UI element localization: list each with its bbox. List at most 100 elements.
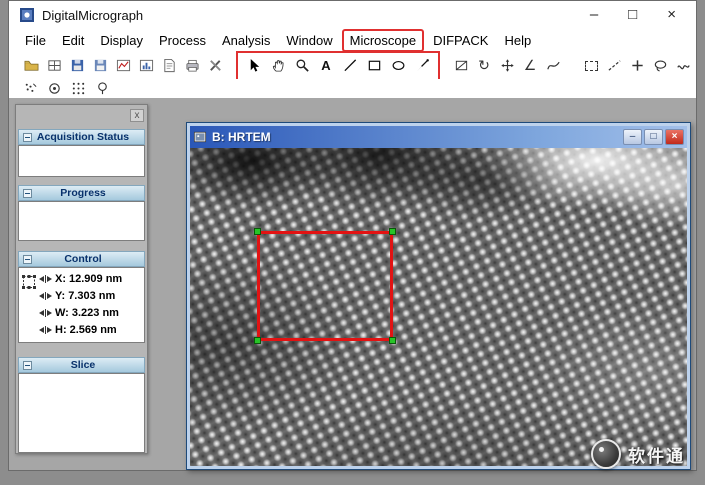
selection-handle-bottom-right[interactable] bbox=[389, 337, 396, 344]
hand-tool-icon[interactable] bbox=[268, 56, 288, 76]
floating-palette: x Acquisition Status Progress Control X:… bbox=[15, 104, 148, 454]
menu-analysis[interactable]: Analysis bbox=[214, 31, 278, 50]
freehand-icon[interactable] bbox=[673, 56, 693, 76]
h-stepper[interactable] bbox=[39, 325, 52, 334]
pointer-tool-icon[interactable] bbox=[244, 56, 264, 76]
palette-close-button[interactable]: x bbox=[130, 109, 144, 122]
section-title: Control bbox=[64, 253, 102, 265]
w-stepper[interactable] bbox=[39, 308, 52, 317]
control-row-h: H: 2.569 nm bbox=[38, 321, 143, 338]
x-stepper[interactable] bbox=[39, 274, 52, 283]
marquee-icon[interactable] bbox=[581, 56, 601, 76]
page-info-icon[interactable] bbox=[159, 56, 179, 76]
zoom-tool-icon[interactable] bbox=[292, 56, 312, 76]
menu-bar: File Edit Display Process Analysis Windo… bbox=[9, 29, 696, 52]
section-slice[interactable]: Slice bbox=[18, 357, 145, 373]
print-icon[interactable] bbox=[182, 56, 202, 76]
roi-selection-rect[interactable] bbox=[254, 228, 396, 344]
image-window: B: HRTEM – □ × bbox=[186, 122, 691, 470]
menu-help[interactable]: Help bbox=[496, 31, 539, 50]
collapse-button[interactable] bbox=[23, 132, 32, 142]
secondary-toolbar bbox=[9, 79, 696, 98]
acquisition-status-content bbox=[18, 145, 145, 177]
control-row-y: Y: 7.303 nm bbox=[38, 287, 143, 304]
selection-handle-top-right[interactable] bbox=[389, 228, 396, 235]
menu-file[interactable]: File bbox=[17, 31, 54, 50]
control-row-x: X: 12.909 nm bbox=[38, 270, 143, 287]
h-label: H: bbox=[55, 323, 67, 336]
spray-icon[interactable] bbox=[21, 80, 39, 98]
close-button[interactable]: × bbox=[667, 6, 676, 24]
image-close-button[interactable]: × bbox=[665, 129, 684, 145]
section-acquisition-status[interactable]: Acquisition Status bbox=[18, 129, 145, 145]
selection-handle-top-left[interactable] bbox=[254, 228, 261, 235]
watermark-text: 软件通 bbox=[628, 446, 685, 466]
menu-microscope[interactable]: Microscope bbox=[341, 29, 425, 52]
balloon-icon[interactable] bbox=[93, 80, 111, 98]
y-value: 7.303 nm bbox=[68, 289, 116, 302]
maximize-button[interactable]: □ bbox=[628, 6, 637, 24]
collapse-button[interactable] bbox=[23, 188, 32, 198]
dashed-line-icon[interactable] bbox=[604, 56, 624, 76]
rect-tool-icon[interactable] bbox=[364, 56, 384, 76]
menu-display[interactable]: Display bbox=[92, 31, 151, 50]
control-content: X: 12.909 nm Y: 7.303 nm W: 3.223 nm H: … bbox=[18, 267, 145, 343]
tool-group-annotation: A bbox=[236, 50, 440, 81]
collapse-button[interactable] bbox=[23, 360, 32, 370]
main-toolbar: A ↻ ∠ bbox=[9, 50, 696, 81]
workspace: x Acquisition Status Progress Control X:… bbox=[9, 98, 696, 470]
text-tool-icon[interactable]: A bbox=[316, 56, 336, 76]
y-stepper[interactable] bbox=[39, 291, 52, 300]
roi-rect-icon[interactable] bbox=[451, 56, 471, 76]
menu-edit[interactable]: Edit bbox=[54, 31, 92, 50]
dot-grid-icon[interactable] bbox=[69, 80, 87, 98]
image-window-title: B: HRTEM bbox=[212, 130, 271, 144]
tools-icon[interactable] bbox=[205, 56, 225, 76]
ring-dot-icon[interactable] bbox=[45, 80, 63, 98]
curve-icon[interactable] bbox=[543, 56, 563, 76]
control-rows: X: 12.909 nm Y: 7.303 nm W: 3.223 nm H: … bbox=[38, 270, 143, 340]
move-target-icon[interactable] bbox=[497, 56, 517, 76]
x-label: X: bbox=[55, 272, 66, 285]
watermark-logo-icon bbox=[591, 439, 621, 469]
hrtem-image-canvas[interactable] bbox=[190, 148, 687, 466]
image-window-titlebar[interactable]: B: HRTEM – □ × bbox=[190, 126, 687, 148]
w-value: 3.223 nm bbox=[71, 306, 119, 319]
crosshair-icon[interactable] bbox=[627, 56, 647, 76]
progress-content bbox=[18, 201, 145, 241]
image-window-controls: – □ × bbox=[623, 129, 684, 145]
grid-icon[interactable] bbox=[44, 56, 64, 76]
menu-process[interactable]: Process bbox=[151, 31, 214, 50]
selection-handle-bottom-left[interactable] bbox=[254, 337, 261, 344]
control-row-w: W: 3.223 nm bbox=[38, 304, 143, 321]
desktop: DigitalMicrograph – □ × File Edit Displa… bbox=[0, 0, 705, 485]
open-icon[interactable] bbox=[21, 56, 41, 76]
app-title: DigitalMicrograph bbox=[42, 7, 144, 23]
image-file-icon bbox=[193, 130, 207, 144]
watermark: 软件通 bbox=[591, 439, 685, 469]
lasso-icon[interactable] bbox=[650, 56, 670, 76]
histogram-icon[interactable] bbox=[136, 56, 156, 76]
save-icon[interactable] bbox=[67, 56, 87, 76]
section-title: Slice bbox=[70, 359, 96, 371]
section-control[interactable]: Control bbox=[18, 251, 145, 267]
collapse-button[interactable] bbox=[23, 254, 32, 264]
title-bar: DigitalMicrograph – □ × bbox=[9, 1, 696, 29]
section-progress[interactable]: Progress bbox=[18, 185, 145, 201]
menu-window[interactable]: Window bbox=[278, 31, 340, 50]
pick-tool-icon[interactable] bbox=[412, 56, 432, 76]
section-title: Progress bbox=[60, 187, 106, 199]
app-icon bbox=[19, 7, 35, 23]
menu-difpack[interactable]: DIFPACK bbox=[425, 31, 496, 50]
image-minimize-button[interactable]: – bbox=[623, 129, 642, 145]
minimize-button[interactable]: – bbox=[590, 6, 598, 24]
image-maximize-button[interactable]: □ bbox=[644, 129, 663, 145]
angle-icon[interactable]: ∠ bbox=[520, 56, 540, 76]
y-label: Y: bbox=[55, 289, 66, 302]
palette-header: x bbox=[16, 105, 147, 129]
rotate-icon[interactable]: ↻ bbox=[474, 56, 494, 76]
line-tool-icon[interactable] bbox=[340, 56, 360, 76]
oval-tool-icon[interactable] bbox=[388, 56, 408, 76]
line-plot-icon[interactable] bbox=[113, 56, 133, 76]
save-as-icon[interactable] bbox=[90, 56, 110, 76]
